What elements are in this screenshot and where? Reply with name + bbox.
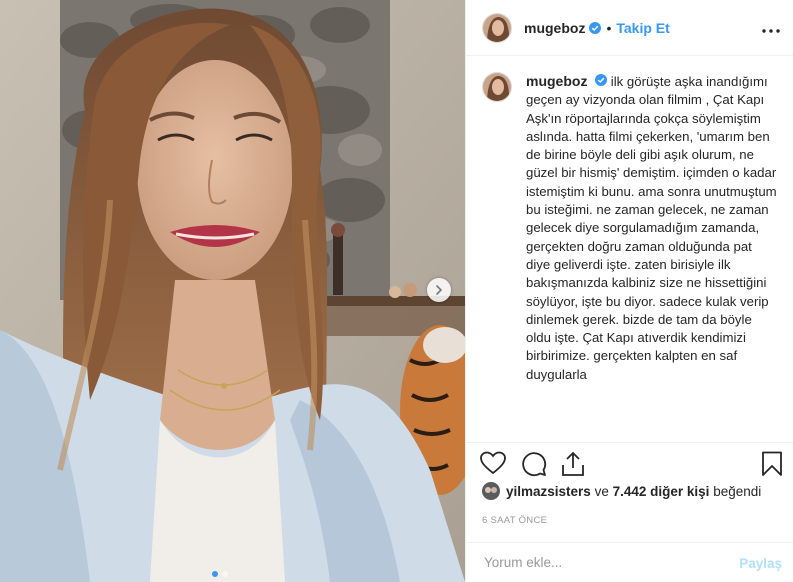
carousel-dot <box>212 571 218 577</box>
avatar-image <box>483 13 511 42</box>
verified-badge-icon <box>589 21 602 34</box>
avatar[interactable] <box>482 12 512 43</box>
verified-badge-icon <box>595 74 608 86</box>
carousel-indicator <box>212 571 228 577</box>
caption-body: mugeboz ilk görüşte aşka inandığımı geçe… <box>526 72 778 384</box>
avatar[interactable] <box>482 72 512 102</box>
caption: mugeboz ilk görüşte aşka inandığımı geçe… <box>482 72 782 384</box>
carousel-next-button[interactable] <box>427 278 451 302</box>
post-side-panel: mugeboz • Takip Et mugeboz ilk görüşte a… <box>465 0 793 582</box>
post-photo <box>0 0 465 582</box>
comment-icon[interactable] <box>521 451 547 482</box>
post-header: mugeboz • Takip Et <box>466 0 793 56</box>
avatar-image <box>483 73 511 101</box>
follow-button[interactable]: Takip Et <box>616 20 669 36</box>
likes-others-link[interactable]: 7.442 diğer kişi <box>613 484 710 499</box>
separator: • <box>606 19 612 36</box>
comment-input[interactable] <box>482 554 736 571</box>
liker-username[interactable]: yilmazsisters <box>506 484 591 499</box>
comments-area[interactable]: mugeboz ilk görüşte aşka inandığımı geçe… <box>466 56 793 442</box>
likes-summary: yilmazsisters ve 7.442 diğer kişi beğend… <box>482 482 761 500</box>
likes-connector: ve <box>594 483 609 499</box>
caption-text: ilk görüşte aşka inandığımı geçen ay viz… <box>526 74 777 382</box>
post-timestamp[interactable]: 6 SAAT ÖNCE <box>482 515 547 526</box>
share-icon[interactable] <box>561 451 585 482</box>
chevron-right-icon <box>436 285 443 295</box>
carousel-dot <box>222 571 228 577</box>
liker-avatar[interactable] <box>482 482 500 500</box>
username-link[interactable]: mugeboz <box>524 20 585 36</box>
bookmark-icon[interactable] <box>761 451 783 482</box>
comment-form: Paylaş <box>466 542 793 582</box>
action-bar <box>466 442 793 482</box>
heart-icon[interactable] <box>480 451 506 480</box>
caption-username[interactable]: mugeboz <box>526 73 587 89</box>
instagram-post: mugeboz • Takip Et mugeboz ilk görüşte a… <box>0 0 793 582</box>
post-comment-button[interactable]: Paylaş <box>739 556 782 571</box>
more-options-icon[interactable] <box>762 20 780 38</box>
post-media[interactable] <box>0 0 465 582</box>
likes-suffix: beğendi <box>713 483 762 499</box>
